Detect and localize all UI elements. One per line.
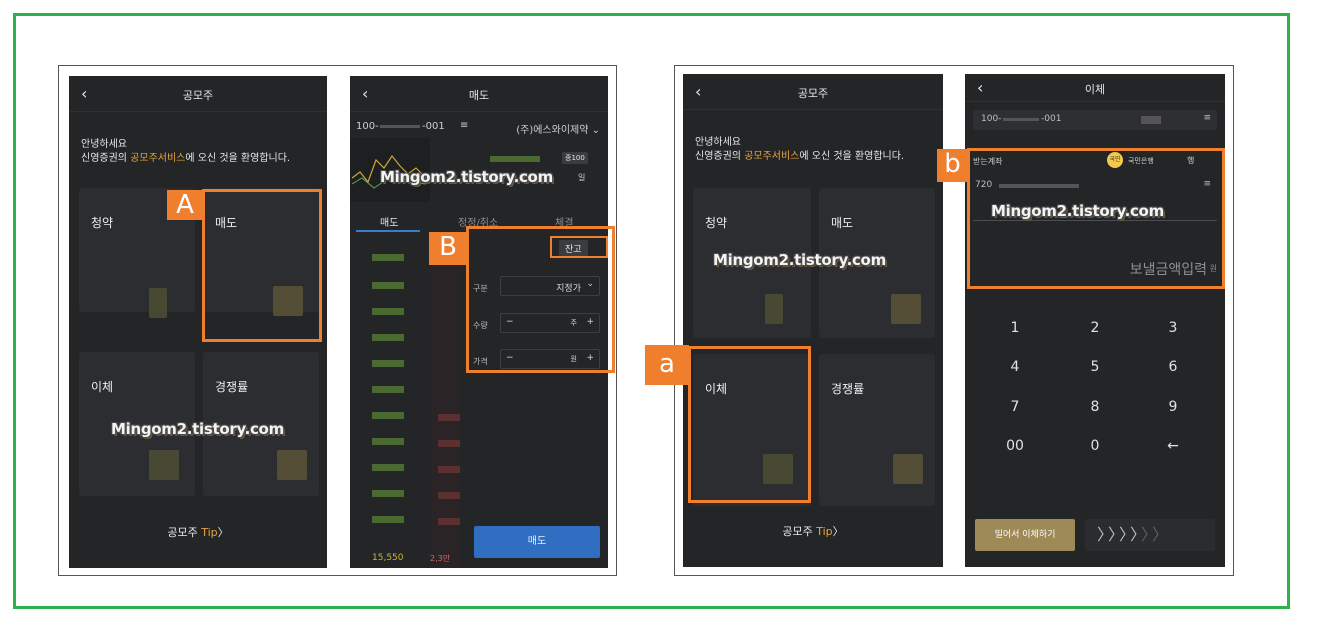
order-book-row[interactable] — [372, 386, 404, 393]
tile-label: 청약 — [705, 216, 728, 230]
keypad-key[interactable]: 00 — [985, 438, 1045, 454]
left-panel: ‹ 공모주 안녕하세요 신영증권의 공모주서비스에 오신 것을 환영합니다. 청… — [58, 65, 617, 576]
highlight-box-balance — [550, 236, 608, 258]
greeting: 안녕하세요 신영증권의 공모주서비스에 오신 것을 환영합니다. — [695, 136, 904, 164]
keypad-key[interactable]: 3 — [1143, 320, 1203, 336]
watermark: Mingom2.tistory.com — [713, 251, 886, 269]
topbar: ‹ 공모주 — [69, 76, 327, 112]
screen-title: 매도 — [468, 89, 490, 102]
highlight-box-a-lower — [688, 346, 811, 503]
swipe-track[interactable]: 〉〉〉〉〉〉 — [1085, 519, 1215, 551]
masked-account — [1003, 118, 1039, 121]
right-panel: ‹ 공모주 안녕하세요 신영증권의 공모주서비스에 오신 것을 환영합니다. 청… — [645, 65, 1234, 576]
order-book-row[interactable] — [372, 282, 404, 289]
tab-sell[interactable]: 매도 — [380, 214, 398, 229]
screen-title: 공모주 — [797, 87, 829, 100]
greeting-line1: 안녕하세요 — [695, 137, 741, 148]
greeting: 안녕하세요 신영증권의 공모주서비스에 오신 것을 환영합니다. — [81, 138, 290, 166]
blur-icon — [765, 294, 783, 324]
keypad-key[interactable]: 8 — [1065, 399, 1125, 415]
topbar: ‹ 공모주 — [683, 74, 943, 110]
last-qty: 2,3만 — [430, 554, 451, 563]
stock-name[interactable]: (주)에스와이제약 ⌄ — [516, 121, 600, 136]
order-book-row[interactable] — [438, 440, 460, 447]
last-price: 15,550 — [372, 553, 404, 563]
topbar: ‹ 이체 — [965, 74, 1225, 102]
keypad-key[interactable]: 7 — [985, 399, 1045, 415]
keypad-key[interactable]: 2 — [1065, 320, 1125, 336]
order-book-row[interactable] — [438, 414, 460, 421]
order-book-row[interactable] — [372, 360, 404, 367]
order-book — [350, 232, 462, 568]
list-icon[interactable]: ≡ — [460, 120, 468, 131]
order-book-row[interactable] — [372, 334, 404, 341]
blur-icon — [149, 288, 167, 318]
tile-label: 이체 — [91, 380, 114, 394]
badge: 종100 — [562, 152, 588, 164]
screen-title: 이체 — [1084, 83, 1106, 96]
annotation-tag-a-lower: a — [645, 345, 689, 385]
highlight-box-b-lower — [967, 148, 1225, 289]
keypad-key[interactable]: 9 — [1143, 399, 1203, 415]
account-row[interactable]: 100- -001 ≡ (주)에스와이제약 ⌄ — [350, 114, 608, 138]
order-book-row[interactable] — [372, 438, 404, 445]
annotation-tag-b-lower: b — [937, 149, 968, 182]
watermark: Mingom2.tistory.com — [380, 168, 553, 186]
annotation-tag-b: B — [429, 232, 467, 265]
order-book-row[interactable] — [372, 516, 404, 523]
ipo-tip-link[interactable]: 공모주 Tip〉 — [683, 523, 943, 539]
order-book-row[interactable] — [372, 490, 404, 497]
tile-label: 경쟁률 — [831, 382, 865, 396]
order-book-row[interactable] — [372, 254, 404, 261]
bar-blur — [490, 156, 540, 162]
keypad-key[interactable]: 6 — [1143, 359, 1203, 375]
greeting-line2: 신영증권의 공모주서비스에 오신 것을 환영합니다. — [81, 153, 291, 164]
masked-account — [380, 125, 420, 128]
screen-title: 공모주 — [182, 89, 214, 102]
keypad-key[interactable]: 0 — [1065, 438, 1125, 454]
sell-button[interactable]: 매도 — [474, 526, 600, 558]
list-icon[interactable]: ≡ — [1203, 113, 1211, 123]
tile-competition[interactable]: 경쟁률 — [819, 354, 935, 506]
ipo-tip-link[interactable]: 공모주 Tip〉 — [69, 524, 327, 540]
topbar: ‹ 매도 — [350, 76, 608, 112]
tile-label: 경쟁률 — [215, 380, 249, 394]
blur-icon — [149, 450, 179, 480]
greeting-line1: 안녕하세요 — [81, 139, 127, 150]
badge-day: 일 — [578, 173, 586, 182]
chevron-down-icon: ⌄ — [591, 125, 600, 136]
keypad-key[interactable]: 1 — [985, 320, 1045, 336]
order-book-row[interactable] — [438, 518, 460, 525]
order-book-row[interactable] — [438, 492, 460, 499]
keypad-key[interactable]: 5 — [1065, 359, 1125, 375]
backspace-key[interactable]: ← — [1143, 438, 1203, 454]
annotation-tag-a: A — [167, 190, 203, 220]
watermark: Mingom2.tistory.com — [111, 420, 284, 438]
greeting-line2: 신영증권의 공모주서비스에 오신 것을 환영합니다. — [695, 151, 905, 162]
order-book-row[interactable] — [372, 308, 404, 315]
order-book-row[interactable] — [438, 466, 460, 473]
slide-to-transfer-button[interactable]: 밀어서 이체하기 — [975, 519, 1075, 551]
from-account-select[interactable]: 100- -001 ≡ — [973, 110, 1217, 130]
order-book-row[interactable] — [372, 464, 404, 471]
masked-name — [1141, 116, 1161, 124]
tile-label: 매도 — [831, 216, 854, 230]
blur-icon — [891, 294, 921, 324]
highlight-box-a — [202, 189, 322, 342]
blur-icon — [893, 454, 923, 484]
tile-label: 청약 — [91, 216, 114, 230]
order-book-row[interactable] — [372, 412, 404, 419]
blur-icon — [277, 450, 307, 480]
keypad-key[interactable]: 4 — [985, 359, 1045, 375]
